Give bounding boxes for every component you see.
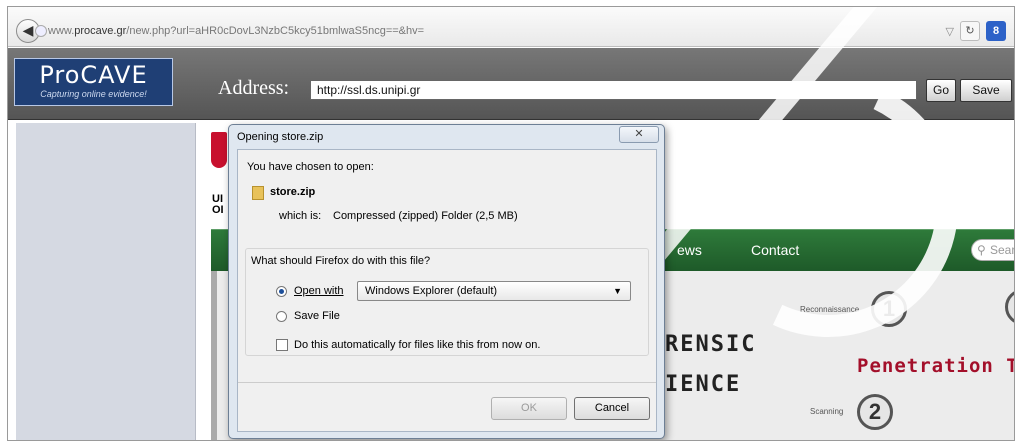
cancel-button[interactable]: Cancel: [574, 397, 650, 420]
open-with-radio[interactable]: [276, 286, 287, 297]
zip-file-icon: [252, 186, 264, 200]
chevron-down-icon: ▼: [613, 286, 622, 296]
auto-label[interactable]: Do this automatically for files like thi…: [294, 339, 540, 351]
auto-checkbox[interactable]: [276, 339, 288, 351]
search-icon: ⚲: [977, 243, 986, 257]
urlbar-right-icons: ▽ ↻ 8: [946, 21, 1006, 41]
procave-logo: ProCAVE Capturing online evidence!: [14, 58, 173, 106]
left-panel: [16, 123, 196, 440]
file-name: store.zip: [270, 186, 316, 198]
university-logo: [211, 132, 227, 168]
close-icon: ✕: [634, 128, 644, 140]
dialog-divider: [238, 382, 656, 383]
nav-item-news[interactable]: ews: [677, 242, 702, 258]
dialog-body: You have chosen to open: store.zip which…: [237, 149, 657, 432]
browser-window: ◀ www.procave.gr/new.php?url=aHR0cDovL3N…: [7, 6, 1015, 441]
banner-word-1: RENSIC: [665, 332, 757, 357]
question-label: What should Firefox do with this file?: [251, 255, 431, 267]
back-arrow-icon: ◀: [22, 22, 34, 38]
ok-button[interactable]: OK: [491, 397, 567, 420]
url-domain: procave.gr: [74, 25, 127, 37]
site-search-input[interactable]: ⚲ Searc: [971, 239, 1015, 261]
step-2-circle: 2: [857, 394, 893, 430]
dialog-intro: You have chosen to open:: [247, 161, 374, 173]
dropdown-icon[interactable]: ▽: [946, 25, 954, 38]
penetration-title: Penetration T: [857, 355, 1015, 377]
save-file-label[interactable]: Save File: [294, 310, 340, 322]
logo-title: ProCAVE: [39, 61, 148, 89]
open-with-select[interactable]: Windows Explorer (default) ▼: [357, 281, 631, 301]
google-icon[interactable]: 8: [986, 21, 1006, 41]
file-type: Compressed (zipped) Folder (2,5 MB): [333, 210, 518, 222]
close-button[interactable]: ✕: [619, 126, 659, 143]
save-button[interactable]: Save: [960, 79, 1012, 102]
url-prefix: www.: [48, 25, 75, 37]
logo-subtitle: Capturing online evidence!: [40, 89, 147, 99]
save-file-radio[interactable]: [276, 311, 287, 322]
dialog-title: Opening store.zip: [237, 131, 324, 143]
open-file-dialog: Opening store.zip ✕ You have chosen to o…: [228, 124, 665, 439]
reload-icon[interactable]: ↻: [960, 21, 980, 41]
go-button[interactable]: Go: [926, 79, 956, 102]
open-with-label[interactable]: Open with: [294, 285, 344, 297]
step-2-label: Scanning: [810, 407, 844, 416]
search-placeholder: Searc: [990, 243, 1015, 257]
banner-word-2: IENCE: [665, 372, 742, 397]
site-identity-icon[interactable]: [35, 25, 47, 37]
logo-text-2: OI: [212, 204, 224, 216]
open-with-value: Windows Explorer (default): [365, 285, 498, 297]
step-5-circle: 5: [1005, 289, 1014, 325]
url-rest: /new.php?url=aHR0cDovL3NzbC5kcy51bmlwaS5…: [126, 25, 425, 37]
which-is-label: which is:: [279, 210, 322, 222]
address-label: Address:: [218, 77, 290, 99]
url-field[interactable]: www.procave.gr/new.php?url=aHR0cDovL3Nzb…: [48, 25, 424, 37]
